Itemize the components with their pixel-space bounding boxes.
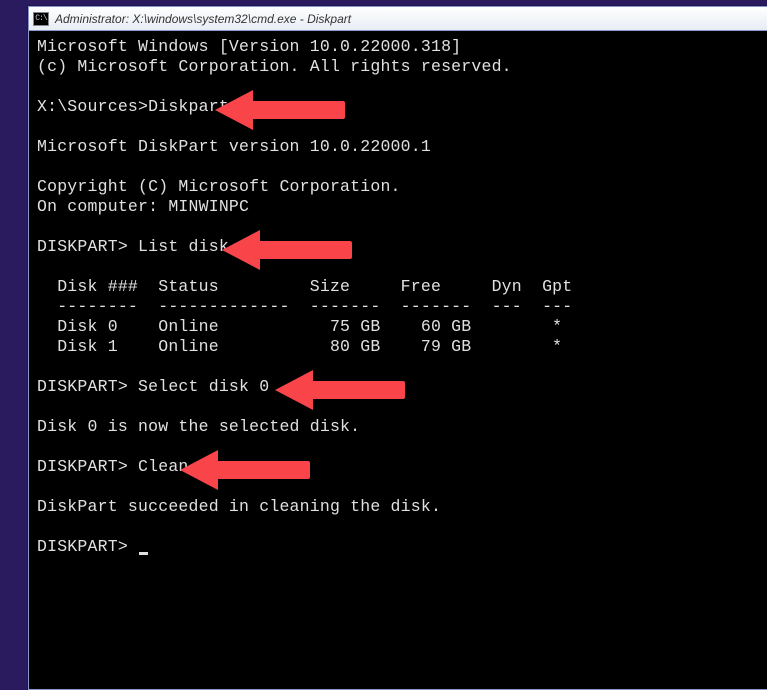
window-title: Administrator: X:\windows\system32\cmd.e… <box>55 12 351 26</box>
terminal-cursor <box>139 552 148 555</box>
cmd-window: C:\ Administrator: X:\windows\system32\c… <box>28 6 767 690</box>
terminal-output[interactable]: Microsoft Windows [Version 10.0.22000.31… <box>29 31 767 563</box>
titlebar[interactable]: C:\ Administrator: X:\windows\system32\c… <box>29 7 767 31</box>
cmd-icon: C:\ <box>33 12 49 26</box>
